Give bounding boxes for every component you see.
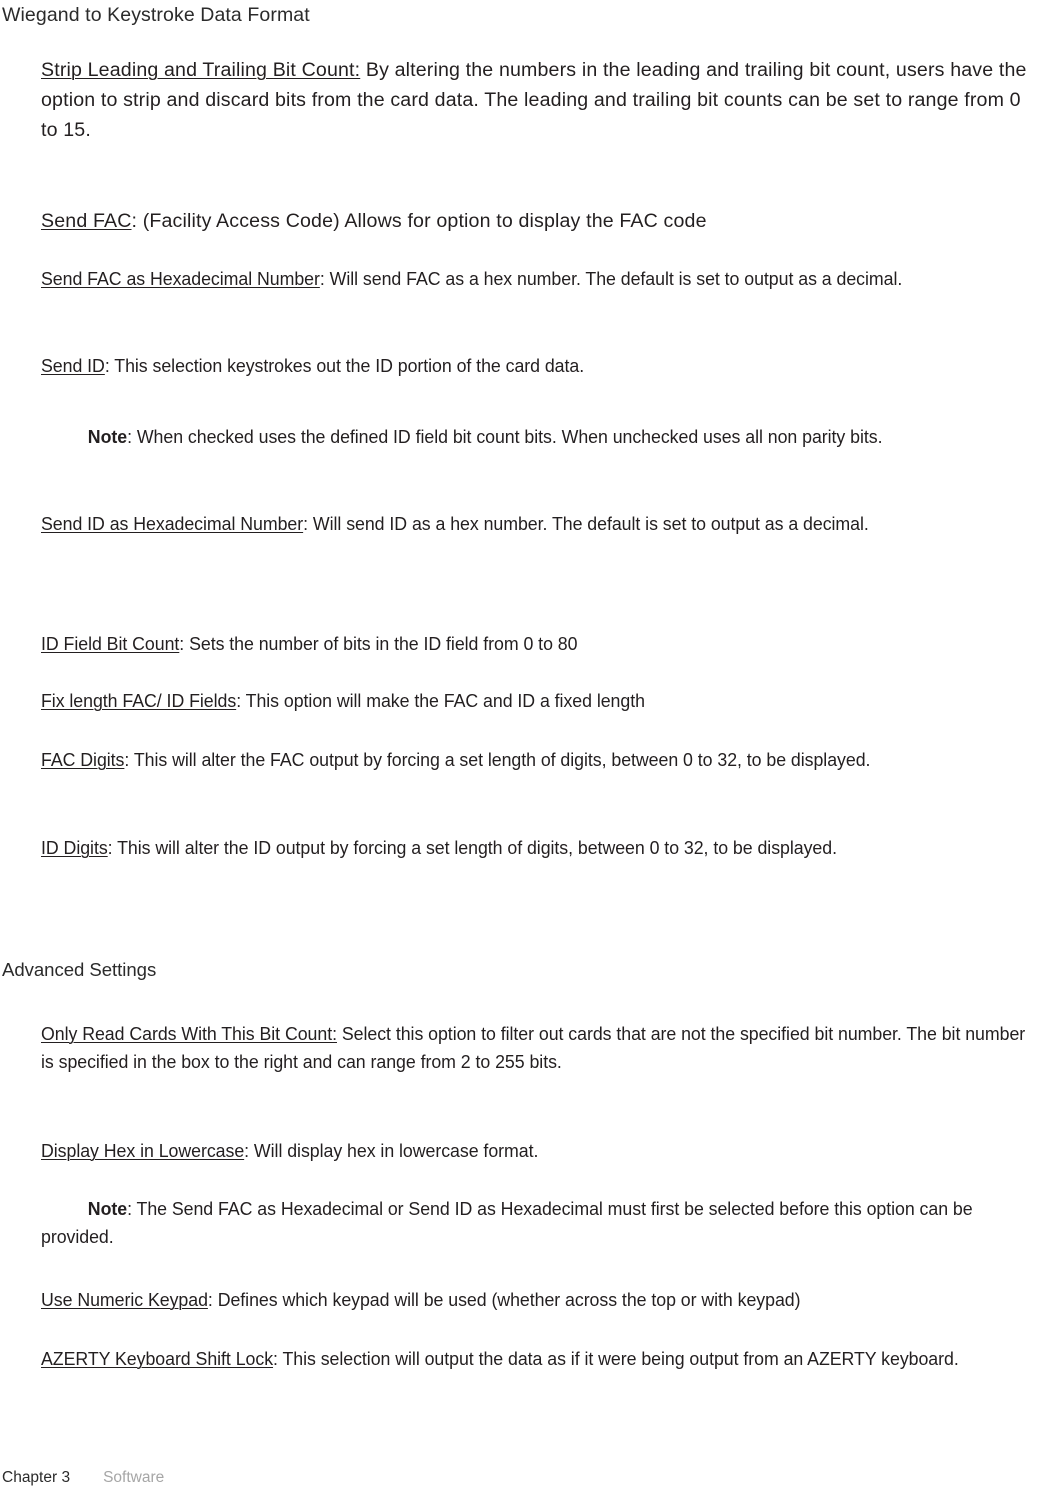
footer-chapter: Chapter 3 (2, 1469, 71, 1486)
note-text: : The Send FAC as Hexadecimal or Send ID… (41, 1198, 973, 1248)
note-text: : When checked uses the defined ID field… (127, 426, 883, 447)
note-send-id: Note: When checked uses the defined ID f… (41, 423, 1033, 451)
desc-send-id-hex: : Will send ID as a hex number. The defa… (303, 513, 869, 534)
term-send-fac: Send FAC (41, 210, 132, 232)
desc-display-hex-lowercase: : Will display hex in lowercase format. (244, 1140, 539, 1161)
advanced-settings-heading: Advanced Settings (2, 959, 157, 980)
section-send-fac-hex: Send FAC as Hexadecimal Number: Will sen… (41, 265, 1033, 293)
section-strip-leading-trailing: Strip Leading and Trailing Bit Count: By… (41, 55, 1033, 145)
term-display-hex-lowercase: Display Hex in Lowercase (41, 1140, 245, 1161)
term-use-numeric-keypad: Use Numeric Keypad (41, 1289, 208, 1310)
note-label: Note (87, 1198, 128, 1219)
section-fix-length-fac-id: Fix length FAC/ ID Fields: This option w… (41, 687, 1033, 715)
footer-section-name: Software (103, 1469, 165, 1486)
term-id-digits: ID Digits (41, 837, 108, 858)
desc-id-field-bit-count: : Sets the number of bits in the ID fiel… (179, 633, 578, 654)
section-send-id-hex: Send ID as Hexadecimal Number: Will send… (41, 510, 1033, 538)
section-id-field-bit-count: ID Field Bit Count: Sets the number of b… (41, 630, 1033, 658)
desc-send-fac: : (Facility Access Code) Allows for opti… (131, 210, 707, 232)
note-display-hex: Note: The Send FAC as Hexadecimal or Sen… (41, 1195, 1033, 1252)
section-send-fac: Send FAC: (Facility Access Code) Allows … (41, 206, 1033, 236)
section-id-digits: ID Digits: This will alter the ID output… (41, 834, 1033, 862)
term-strip-leading-trailing: Strip Leading and Trailing Bit Count: (41, 59, 361, 81)
section-fac-digits: FAC Digits: This will alter the FAC outp… (41, 746, 1033, 774)
note-label: Note (87, 426, 128, 447)
term-id-field-bit-count: ID Field Bit Count (41, 633, 180, 654)
term-fix-length-fac-id: Fix length FAC/ ID Fields (41, 690, 237, 711)
desc-use-numeric-keypad: : Defines which keypad will be used (whe… (207, 1289, 801, 1310)
desc-azerty-shift-lock: : This selection will output the data as… (273, 1348, 959, 1369)
section-use-numeric-keypad: Use Numeric Keypad: Defines which keypad… (41, 1286, 1033, 1314)
desc-fix-length-fac-id: : This option will make the FAC and ID a… (236, 690, 645, 711)
desc-send-id: : This selection keystrokes out the ID p… (104, 355, 585, 376)
page-title: Wiegand to Keystroke Data Format (2, 4, 310, 26)
desc-fac-digits: : This will alter the FAC output by forc… (124, 749, 871, 770)
section-send-id: Send ID: This selection keystrokes out t… (41, 352, 1033, 380)
term-fac-digits: FAC Digits (41, 749, 125, 770)
term-send-id: Send ID (41, 355, 105, 376)
term-only-read-cards: Only Read Cards With This Bit Count: (41, 1023, 337, 1044)
desc-send-fac-hex: : Will send FAC as a hex number. The def… (319, 268, 903, 289)
section-only-read-cards: Only Read Cards With This Bit Count: Sel… (41, 1020, 1033, 1077)
section-azerty-shift-lock: AZERTY Keyboard Shift Lock: This selecti… (41, 1345, 1033, 1373)
desc-id-digits: : This will alter the ID output by forci… (107, 837, 837, 858)
term-send-id-hex: Send ID as Hexadecimal Number (41, 513, 304, 534)
document-page: Wiegand to Keystroke Data Format Strip L… (0, 0, 1048, 1496)
section-display-hex-lowercase: Display Hex in Lowercase: Will display h… (41, 1137, 1033, 1165)
term-azerty-shift-lock: AZERTY Keyboard Shift Lock (41, 1348, 274, 1369)
page-footer: Chapter 3 Software (2, 1468, 1042, 1488)
term-send-fac-hex: Send FAC as Hexadecimal Number (41, 268, 320, 289)
